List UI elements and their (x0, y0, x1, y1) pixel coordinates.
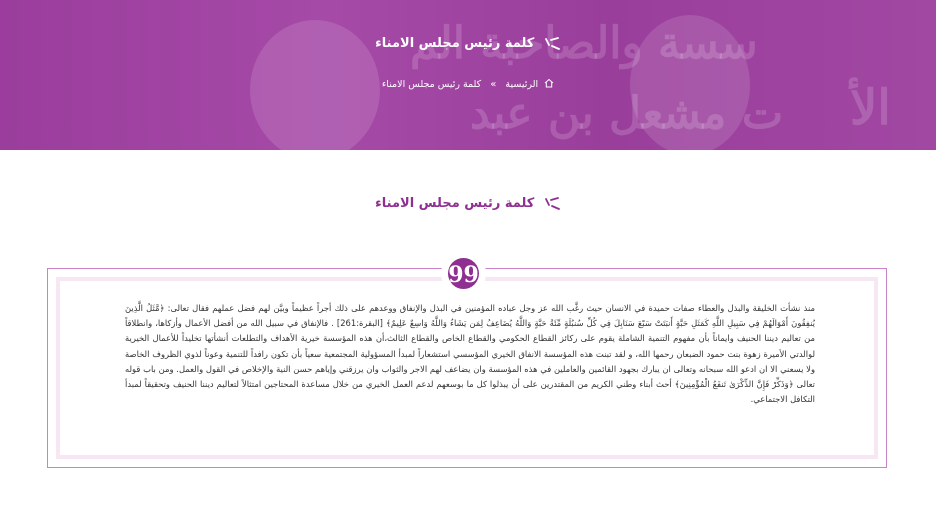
page-hero-banner: سسة والصاحبة الم ت مشعل بن عبد الأ كلمة … (0, 0, 936, 150)
breadcrumb: الرئيسية » كلمة رئيس مجلس الامناء (0, 78, 936, 91)
title-rays-icon (544, 36, 560, 50)
page-title-text: كلمة رئيس مجلس الامناء (375, 36, 535, 51)
breadcrumb-separator-icon: » (490, 79, 497, 90)
title-rays-icon (544, 196, 560, 210)
breadcrumb-current: كلمة رئيس مجلس الامناء (381, 79, 482, 90)
section-title-text: كلمة رئيس مجلس الامناء (375, 196, 535, 211)
hero-background-text: ت مشعل بن عبد (470, 88, 784, 139)
home-icon[interactable] (544, 78, 554, 91)
breadcrumb-home-link[interactable]: الرئيسية (505, 79, 538, 90)
section-title: كلمة رئيس مجلس الامناء (0, 196, 936, 211)
page-title: كلمة رئيس مجلس الامناء (0, 36, 936, 51)
chairman-message-text: منذ نشأت الخليقة والبذل والعطاء صفات حمي… (125, 303, 815, 405)
quote-mark-icon: 99 (448, 258, 479, 289)
